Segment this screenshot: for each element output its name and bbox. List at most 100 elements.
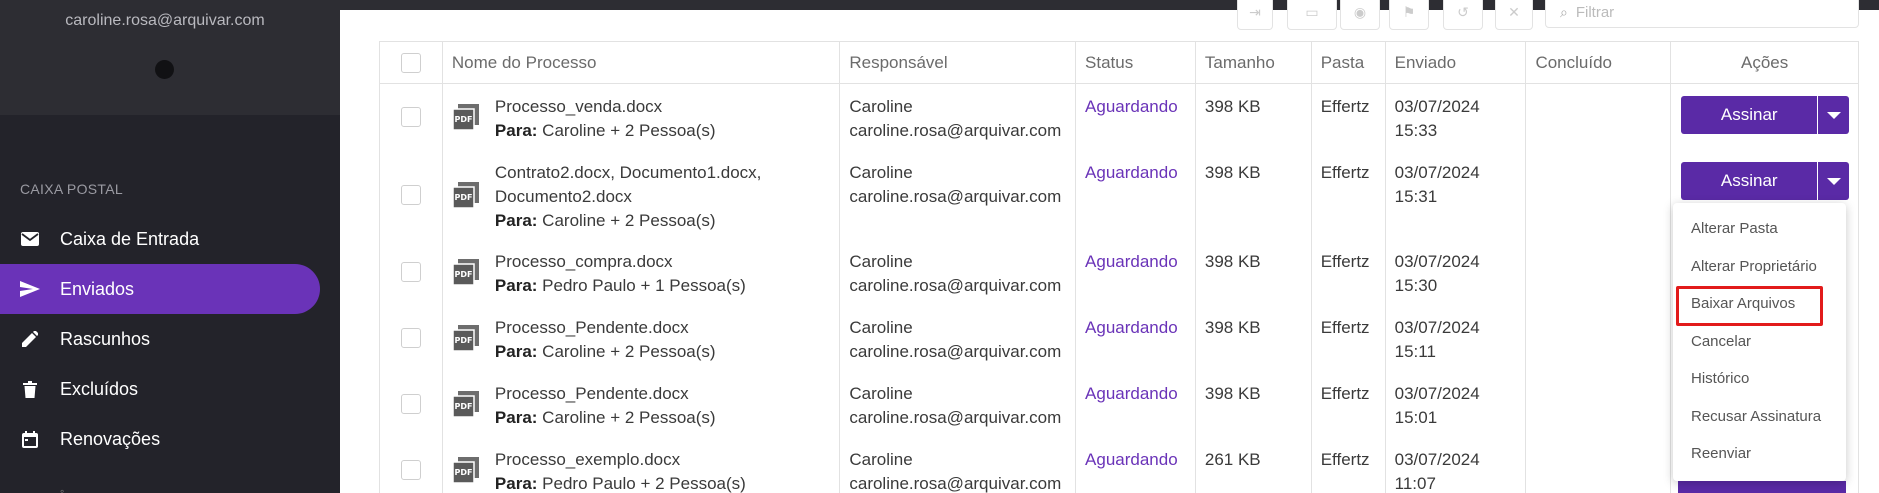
svg-text:PDF: PDF (454, 193, 472, 202)
sent-cell: 03/07/2024 15:31 (1386, 150, 1527, 239)
header-folder[interactable]: Pasta (1312, 42, 1386, 83)
sidebar-item-label: Rascunhos (60, 328, 151, 349)
sent-time: 15:30 (1394, 276, 1438, 295)
file-name[interactable]: Processo_venda.docx (495, 95, 716, 119)
header-name[interactable]: Nome do Processo (443, 42, 841, 83)
sidebar-item-inbox[interactable]: Caixa de Entrada (0, 214, 320, 264)
row-select-cell (380, 150, 443, 239)
row-checkbox[interactable] (400, 184, 421, 205)
responsible-name: Caroline (849, 318, 913, 337)
menu-item-download-files[interactable]: Baixar Arquivos (1673, 285, 1846, 323)
filter-placeholder: Filtrar (1575, 4, 1615, 21)
process-table: Nome do Processo Responsável Status Tama… (379, 41, 1859, 493)
svg-text:PDF: PDF (454, 115, 472, 124)
svg-text:PDF: PDF (454, 402, 472, 411)
table-row[interactable]: PDF Processo_Pendente.docx Para: Carolin… (380, 305, 1858, 371)
table-row[interactable]: PDF Processo_venda.docx Para: Caroline +… (380, 84, 1858, 150)
sidebar-item-renewals[interactable]: Renovações (0, 414, 320, 464)
sent-cell: 03/07/2024 15:30 (1386, 239, 1527, 305)
actions-dropdown-toggle[interactable] (1818, 162, 1850, 200)
sent-date: 03/07/2024 (1394, 384, 1480, 403)
history-icon[interactable]: ↺ (1443, 0, 1483, 30)
eye-icon[interactable]: ◉ (1340, 0, 1380, 30)
folder-icon[interactable]: ▭ (1287, 0, 1337, 30)
sent-time: 15:31 (1394, 187, 1438, 206)
folder-cell: Effertz (1312, 305, 1386, 371)
table-body: PDF Processo_venda.docx Para: Caroline +… (380, 84, 1858, 493)
header-size[interactable]: Tamanho (1196, 42, 1312, 83)
menu-item-resend[interactable]: Reenviar (1673, 435, 1846, 473)
row-select-cell (380, 239, 443, 305)
table-row[interactable]: PDF Processo_Pendente.docx Para: Carolin… (380, 371, 1858, 437)
file-name[interactable]: Processo_Pendente.docx (495, 316, 716, 340)
row-select-cell (380, 371, 443, 437)
header-completed[interactable]: Concluído (1526, 42, 1672, 83)
status-badge: Aguardando (1076, 371, 1196, 437)
search-icon: ⌕ (1560, 4, 1568, 20)
sidebar-item-sent[interactable]: Enviados (0, 264, 320, 314)
recipients-value: Caroline + 2 Pessoa(s) (542, 211, 716, 230)
svg-text:PDF: PDF (454, 336, 472, 345)
size-cell: 398 KB (1196, 84, 1312, 150)
responsible-cell: Caroline caroline.rosa@arquivar.com (840, 150, 1077, 239)
process-cell: PDF Processo_Pendente.docx Para: Carolin… (443, 305, 841, 371)
trash-icon (0, 380, 60, 398)
responsible-email: caroline.rosa@arquivar.com (849, 276, 1062, 295)
calendar-icon (0, 430, 60, 448)
folder-cell: Effertz (1312, 150, 1386, 239)
sent-time: 15:11 (1394, 342, 1436, 361)
menu-item-refuse-signature[interactable]: Recusar Assinatura (1673, 398, 1846, 436)
row-checkbox[interactable] (400, 394, 421, 414)
menu-item-change-folder[interactable]: Alterar Pasta (1673, 210, 1846, 248)
pencil-icon (0, 331, 60, 347)
chevron-down-icon (1826, 177, 1841, 185)
user-panel: caroline.rosa@arquivar.com (0, 0, 340, 115)
file-name[interactable]: Processo_compra.docx (495, 250, 746, 274)
filter-input[interactable]: ⌕ Filtrar (1545, 0, 1859, 28)
sign-button[interactable]: Assinar (1681, 96, 1818, 134)
menu-item-history[interactable]: Histórico (1673, 360, 1846, 398)
file-name[interactable]: Processo_Pendente.docx (495, 382, 716, 406)
row-checkbox[interactable] (400, 262, 421, 282)
actions-dropdown-menu: Alterar Pasta Alterar Proprietário Baixa… (1673, 203, 1846, 481)
table-row[interactable]: PDF Processo_exemplo.docx Para: Pedro Pa… (380, 437, 1858, 493)
menu-item-cancel[interactable]: Cancelar (1673, 323, 1846, 361)
actions-dropdown-toggle[interactable] (1818, 96, 1850, 134)
row-select-cell (380, 437, 443, 493)
row-checkbox[interactable] (400, 107, 421, 127)
pdf-icon: PDF (452, 325, 479, 351)
table-row[interactable]: PDF Contrato2.docx, Documento1.docx, Doc… (380, 150, 1858, 239)
file-name[interactable]: Contrato2.docx, Documento1.docx, Documen… (495, 161, 795, 209)
file-info: Processo_exemplo.docx Para: Pedro Paulo … (495, 448, 746, 493)
header-sent[interactable]: Enviado (1386, 42, 1527, 83)
recipients: Para: Caroline + 2 Pessoa(s) (495, 119, 716, 143)
file-name[interactable]: Processo_exemplo.docx (495, 448, 746, 472)
file-info: Processo_Pendente.docx Para: Caroline + … (495, 382, 716, 437)
pdf-icon: PDF (452, 259, 479, 285)
header-responsible[interactable]: Responsável (840, 42, 1077, 83)
flag-icon[interactable]: ⚑ (1389, 0, 1429, 30)
login-icon[interactable]: ⇥ (1237, 0, 1273, 30)
menu-item-change-owner[interactable]: Alterar Proprietário (1673, 248, 1846, 286)
responsible-cell: Caroline caroline.rosa@arquivar.com (840, 437, 1077, 493)
sign-button-partial[interactable] (1678, 481, 1846, 493)
select-all-checkbox[interactable] (400, 52, 421, 73)
avatar[interactable] (155, 60, 174, 79)
completed-cell (1526, 150, 1672, 239)
status-badge: Aguardando (1076, 437, 1196, 493)
status-badge: Aguardando (1076, 84, 1196, 150)
row-checkbox[interactable] (400, 460, 421, 480)
close-icon[interactable]: ✕ (1495, 0, 1533, 30)
header-status[interactable]: Status (1076, 42, 1196, 83)
size-cell: 261 KB (1196, 437, 1312, 493)
responsible-email: caroline.rosa@arquivar.com (849, 121, 1062, 140)
row-checkbox[interactable] (400, 328, 421, 348)
sidebar-item-deleted[interactable]: Excluídos (0, 364, 320, 414)
responsible-name: Caroline (849, 163, 913, 182)
table-row[interactable]: PDF Processo_compra.docx Para: Pedro Pau… (380, 239, 1858, 305)
sidebar-item-drafts[interactable]: Rascunhos (0, 314, 320, 364)
select-all-cell (380, 42, 443, 83)
recipients-value: Caroline + 2 Pessoa(s) (542, 121, 716, 140)
folder-cell: Effertz (1312, 371, 1386, 437)
sign-button[interactable]: Assinar (1681, 162, 1818, 200)
